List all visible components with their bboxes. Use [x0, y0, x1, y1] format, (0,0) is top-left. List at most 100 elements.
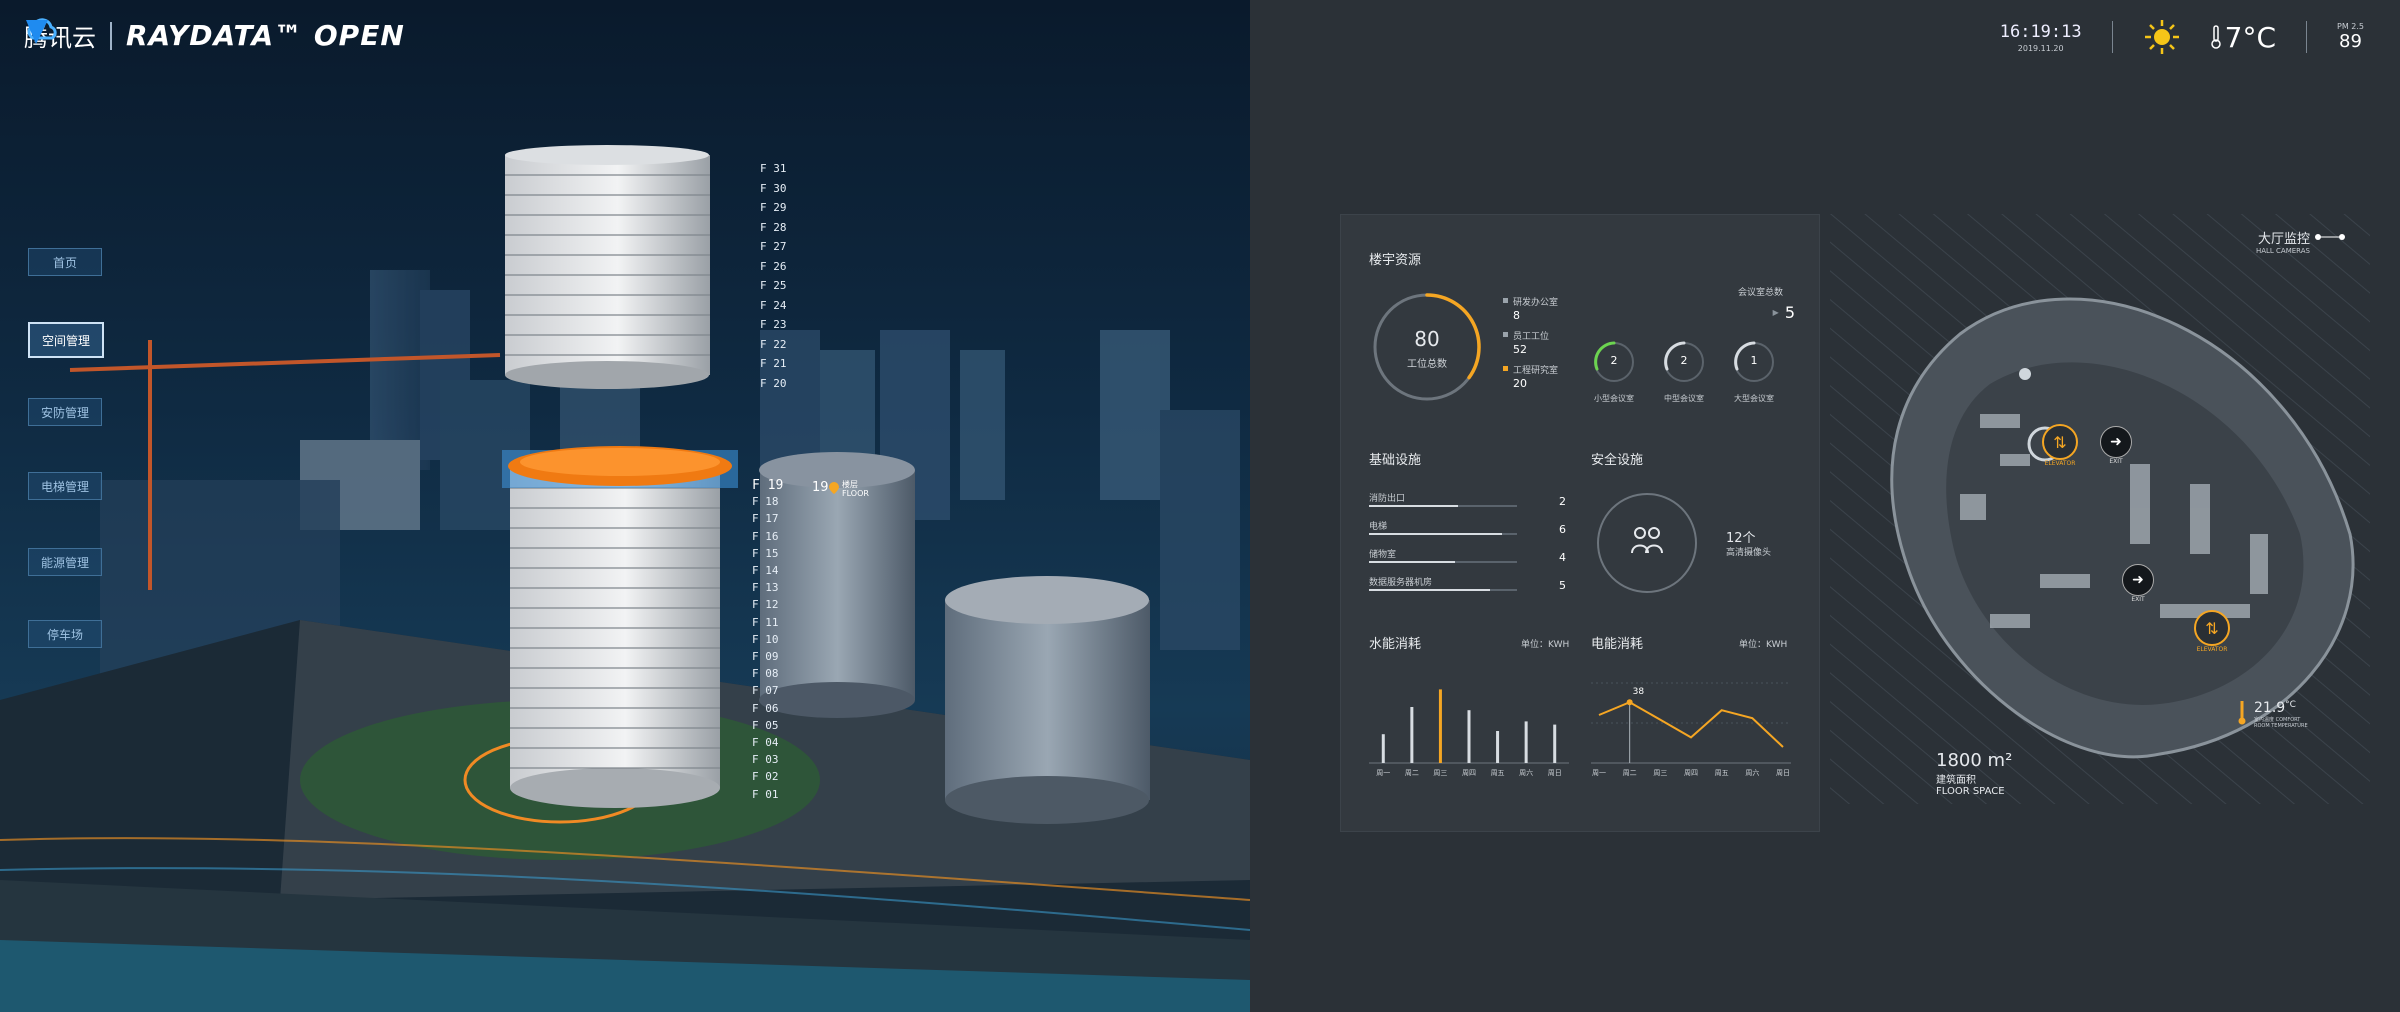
pm25-value: 89	[2339, 31, 2362, 52]
floor-label[interactable]: F 21	[760, 357, 787, 370]
floor-label[interactable]: F 20	[760, 377, 787, 390]
infra-value: 4	[1559, 551, 1566, 564]
sun-icon	[2144, 20, 2179, 54]
infra-bar	[1369, 561, 1517, 563]
floor-label[interactable]: F 10	[752, 633, 779, 646]
office-title: 楼宇资源	[1369, 253, 1422, 268]
floor-label[interactable]: F 04	[752, 736, 779, 749]
power-tick: 周四	[1684, 769, 1698, 777]
people-icon	[1631, 527, 1663, 554]
infra-title: 基础设施	[1369, 453, 1422, 468]
floor-label[interactable]: F 23	[760, 318, 787, 331]
hall-title: 大厅监控	[2257, 232, 2310, 247]
floor-label[interactable]: F 25	[760, 279, 787, 292]
nav-item-2[interactable]: 安防管理	[28, 398, 102, 426]
floor-label[interactable]: F 28	[760, 221, 787, 234]
infra-bar-fill	[1369, 533, 1503, 535]
floor-label[interactable]: F 02	[752, 770, 779, 783]
nav-item-3[interactable]: 电梯管理	[28, 472, 102, 500]
raydata-text: RAYDATA™ OPEN	[126, 19, 405, 52]
elevator-marker-1[interactable]: ⇅ ELEVATOR	[2042, 424, 2078, 467]
infra-bar	[1369, 505, 1517, 507]
water-bar	[1553, 724, 1557, 763]
infra-bar-fill	[1369, 589, 1491, 591]
building-3d-view[interactable]: 腾讯云 RAYDATA™ OPEN 首页 空间管理 安防管理 电梯管理 能源管理 停车场 …	[0, 0, 1250, 1012]
water-bar	[1438, 689, 1442, 763]
raydata-logo-icon	[26, 20, 48, 44]
status-bar: 16:19:13 2019.11.20 7°C PM 2.5 89	[2000, 18, 2364, 56]
thermometer-icon	[2238, 701, 2246, 725]
legend-value: 52	[1513, 343, 1527, 356]
elevator-icon: ⇅	[2194, 610, 2230, 646]
clock-date: 2019.11.20	[2017, 43, 2064, 53]
floor-label[interactable]: F 27	[760, 240, 787, 253]
floor-label[interactable]: F 01	[752, 788, 779, 801]
infra-bar-fill	[1369, 561, 1455, 563]
infra-label: 数据服务器机房	[1369, 578, 1433, 588]
temperature: 7°C	[2210, 20, 2276, 54]
floor-label[interactable]: F 03	[752, 753, 779, 766]
infra-bar	[1369, 533, 1517, 535]
exit-label: EXIT	[2131, 596, 2145, 603]
floor-label[interactable]: F 09	[752, 650, 779, 663]
infra-value: 6	[1559, 523, 1566, 536]
floor-label[interactable]: F 05	[752, 719, 779, 732]
water-tick: 周五	[1491, 769, 1505, 777]
floor-label[interactable]: F 12	[752, 598, 779, 611]
selected-floor-label: 楼层	[842, 480, 858, 489]
selected-floor-sub: FLOOR	[842, 489, 869, 498]
location-pin-icon	[829, 482, 839, 494]
floor-label[interactable]: F 11	[752, 616, 779, 629]
floor-label[interactable]: F 14	[752, 564, 779, 577]
nav-item-1[interactable]: 空间管理	[28, 322, 104, 358]
pm25-label: PM 2.5	[2337, 22, 2364, 31]
floor-label[interactable]: F 19	[752, 478, 783, 493]
water-tick: 周四	[1462, 769, 1476, 777]
meeting-total-value: 5	[1784, 303, 1795, 322]
floor-label[interactable]: F 06	[752, 702, 779, 715]
play-icon: ▶	[1772, 308, 1779, 317]
hall-cameras: 大厅监控 HALL CAMERAS	[2256, 228, 2310, 255]
power-peak-point	[1626, 699, 1633, 706]
exit-marker-1[interactable]: ➜ EXIT	[2100, 426, 2132, 465]
exit-marker-2[interactable]: ➜ EXIT	[2122, 564, 2154, 603]
floor-label[interactable]: F 31	[760, 162, 787, 175]
floor-label[interactable]: F 18	[752, 495, 779, 508]
temperature-value: 7°C	[2224, 20, 2276, 54]
floor-label[interactable]: F 17	[752, 512, 779, 525]
floor-label[interactable]: F 15	[752, 547, 779, 560]
nav-item-5[interactable]: 停车场	[28, 620, 102, 648]
nav-item-4[interactable]: 能源管理	[28, 548, 102, 576]
elevator-label: ELEVATOR	[2044, 460, 2076, 467]
water-tick: 周日	[1548, 769, 1562, 777]
meeting-room-value: 2	[1610, 354, 1618, 367]
floor-label[interactable]: F 24	[760, 299, 787, 312]
scene-graphic	[0, 145, 1250, 1012]
water-title: 水能消耗	[1369, 637, 1422, 652]
nav-item-0[interactable]: 首页	[28, 248, 102, 276]
floor-label[interactable]: F 08	[752, 667, 779, 680]
power-tick: 周日	[1776, 769, 1790, 777]
elevator-marker-2[interactable]: ⇅ ELEVATOR	[2194, 610, 2230, 653]
divider	[2306, 21, 2307, 53]
floor-label[interactable]: F 29	[760, 201, 787, 214]
floor-label[interactable]: F 26	[760, 260, 787, 273]
infra-label: 消防出口	[1369, 494, 1406, 504]
meeting-room-label: 中型会议室	[1664, 394, 1704, 403]
power-tick: 周一	[1592, 769, 1606, 777]
exit-running-icon: ➜	[2122, 564, 2154, 596]
hall-map[interactable]: 大厅监控 HALL CAMERAS ⇅ ELEVATOR ➜ EXIT ➜ EX…	[1830, 214, 2370, 804]
power-unit: 单位：KWH	[1739, 640, 1788, 650]
brand-divider	[110, 21, 112, 50]
floor-label[interactable]: F 30	[760, 182, 787, 195]
legend-dot	[1503, 366, 1508, 371]
floor-label[interactable]: F 16	[752, 530, 779, 543]
floor-label[interactable]: F 13	[752, 581, 779, 594]
power-tick: 周二	[1623, 769, 1637, 777]
floor-label[interactable]: F 07	[752, 684, 779, 697]
room-temp-value: 21.9°C	[2254, 700, 2296, 716]
floor-space: 1800 m² 建筑面积 FLOOR SPACE	[1936, 750, 2012, 797]
hall-sub: HALL CAMERAS	[2255, 247, 2310, 255]
floor-label[interactable]: F 22	[760, 338, 787, 351]
meeting-room-value: 2	[1680, 354, 1688, 367]
